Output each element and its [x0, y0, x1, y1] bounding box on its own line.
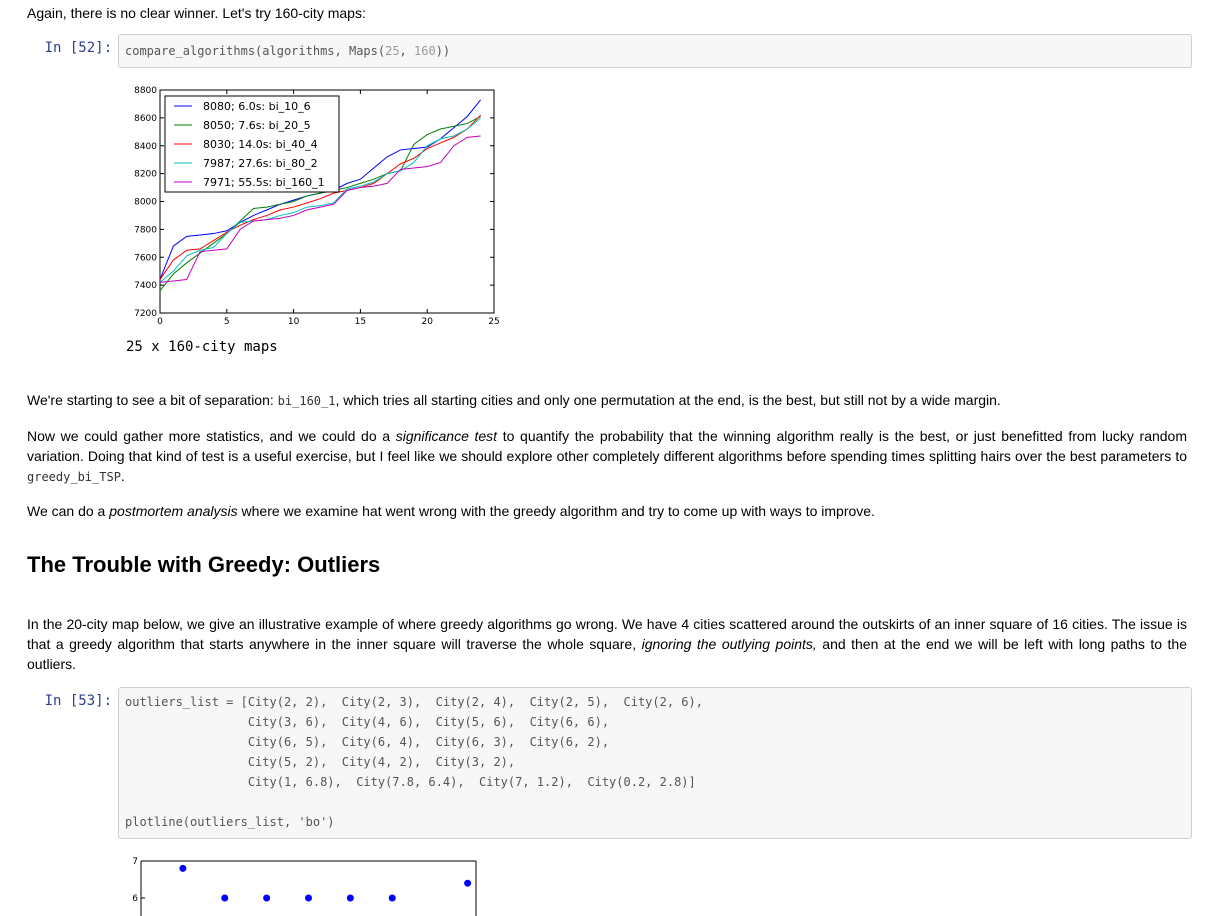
y-tick-label: 8400 [134, 142, 157, 152]
y-tick-label: 7400 [134, 281, 157, 291]
x-tick-label: 5 [224, 317, 230, 327]
code-cell-52[interactable]: compare_algorithms(algorithms, Maps(25, … [118, 34, 1192, 68]
city-point-1 [221, 894, 229, 902]
x-tick-label: 25 [488, 317, 499, 327]
comparison-line-chart: 7200 7400 7600 7800 8000 8200 8400 8600 8800 0 5 10… [134, 86, 500, 327]
y-tick-label: 7600 [134, 253, 157, 263]
city-point-0 [179, 864, 187, 872]
legend-label-0: 8080; 6.0s: bi_10_6 [203, 100, 311, 113]
outliers-scatter-plot: 76 [132, 857, 477, 916]
x-tick-label: 0 [157, 317, 163, 327]
y-tick-label: 7 [132, 857, 138, 867]
city-point-3 [305, 894, 312, 902]
x-tick-label: 10 [288, 317, 300, 327]
x-tick-label: 15 [355, 317, 366, 327]
city-point-5 [388, 894, 396, 902]
city-point-2 [263, 894, 271, 902]
significance-paragraph: Now we could gather more statistics, and… [27, 428, 1188, 484]
section-heading: The Trouble with Greedy: Outliers [27, 552, 381, 577]
outliers-paragraph: In the 20-city map below, we give an ill… [27, 616, 1187, 672]
y-tick-label: 7800 [134, 225, 157, 235]
chart-caption: 25 x 160-city maps [126, 339, 278, 355]
legend-label-2: 8030; 14.0s: bi_40_4 [203, 138, 318, 151]
city-point-6 [464, 879, 472, 887]
city-point-4 [346, 894, 354, 902]
code-cell-52-source: compare_algorithms(algorithms, Maps(25, … [125, 44, 451, 58]
y-tick-label: 8200 [134, 170, 157, 180]
legend-label-4: 7971; 55.5s: bi_160_1 [203, 176, 325, 189]
cell-52-prompt: In [52]: [44, 40, 112, 56]
y-tick-label: 6 [132, 894, 138, 904]
legend-label-1: 8050; 7.6s: bi_20_5 [203, 119, 311, 132]
intro-text: Again, there is no clear winner. Let's t… [27, 5, 366, 21]
cell-53-prompt: In [53]: [44, 693, 112, 709]
code-cell-53[interactable]: outliers_list = [City(2, 2), City(2, 3),… [118, 687, 1192, 839]
y-tick-label: 8800 [134, 86, 157, 96]
code-cell-53-source: outliers_list = [City(2, 2), City(2, 3),… [125, 695, 703, 829]
x-tick-label: 20 [421, 317, 433, 327]
separation-paragraph: We're starting to see a bit of separatio… [27, 392, 1001, 408]
y-tick-label: 7200 [134, 309, 157, 319]
y-tick-label: 8000 [134, 198, 157, 208]
postmortem-paragraph: We can do a postmortem analysis where we… [27, 503, 875, 519]
y-tick-label: 8600 [134, 114, 157, 124]
legend-label-3: 7987; 27.6s: bi_80_2 [203, 157, 318, 170]
